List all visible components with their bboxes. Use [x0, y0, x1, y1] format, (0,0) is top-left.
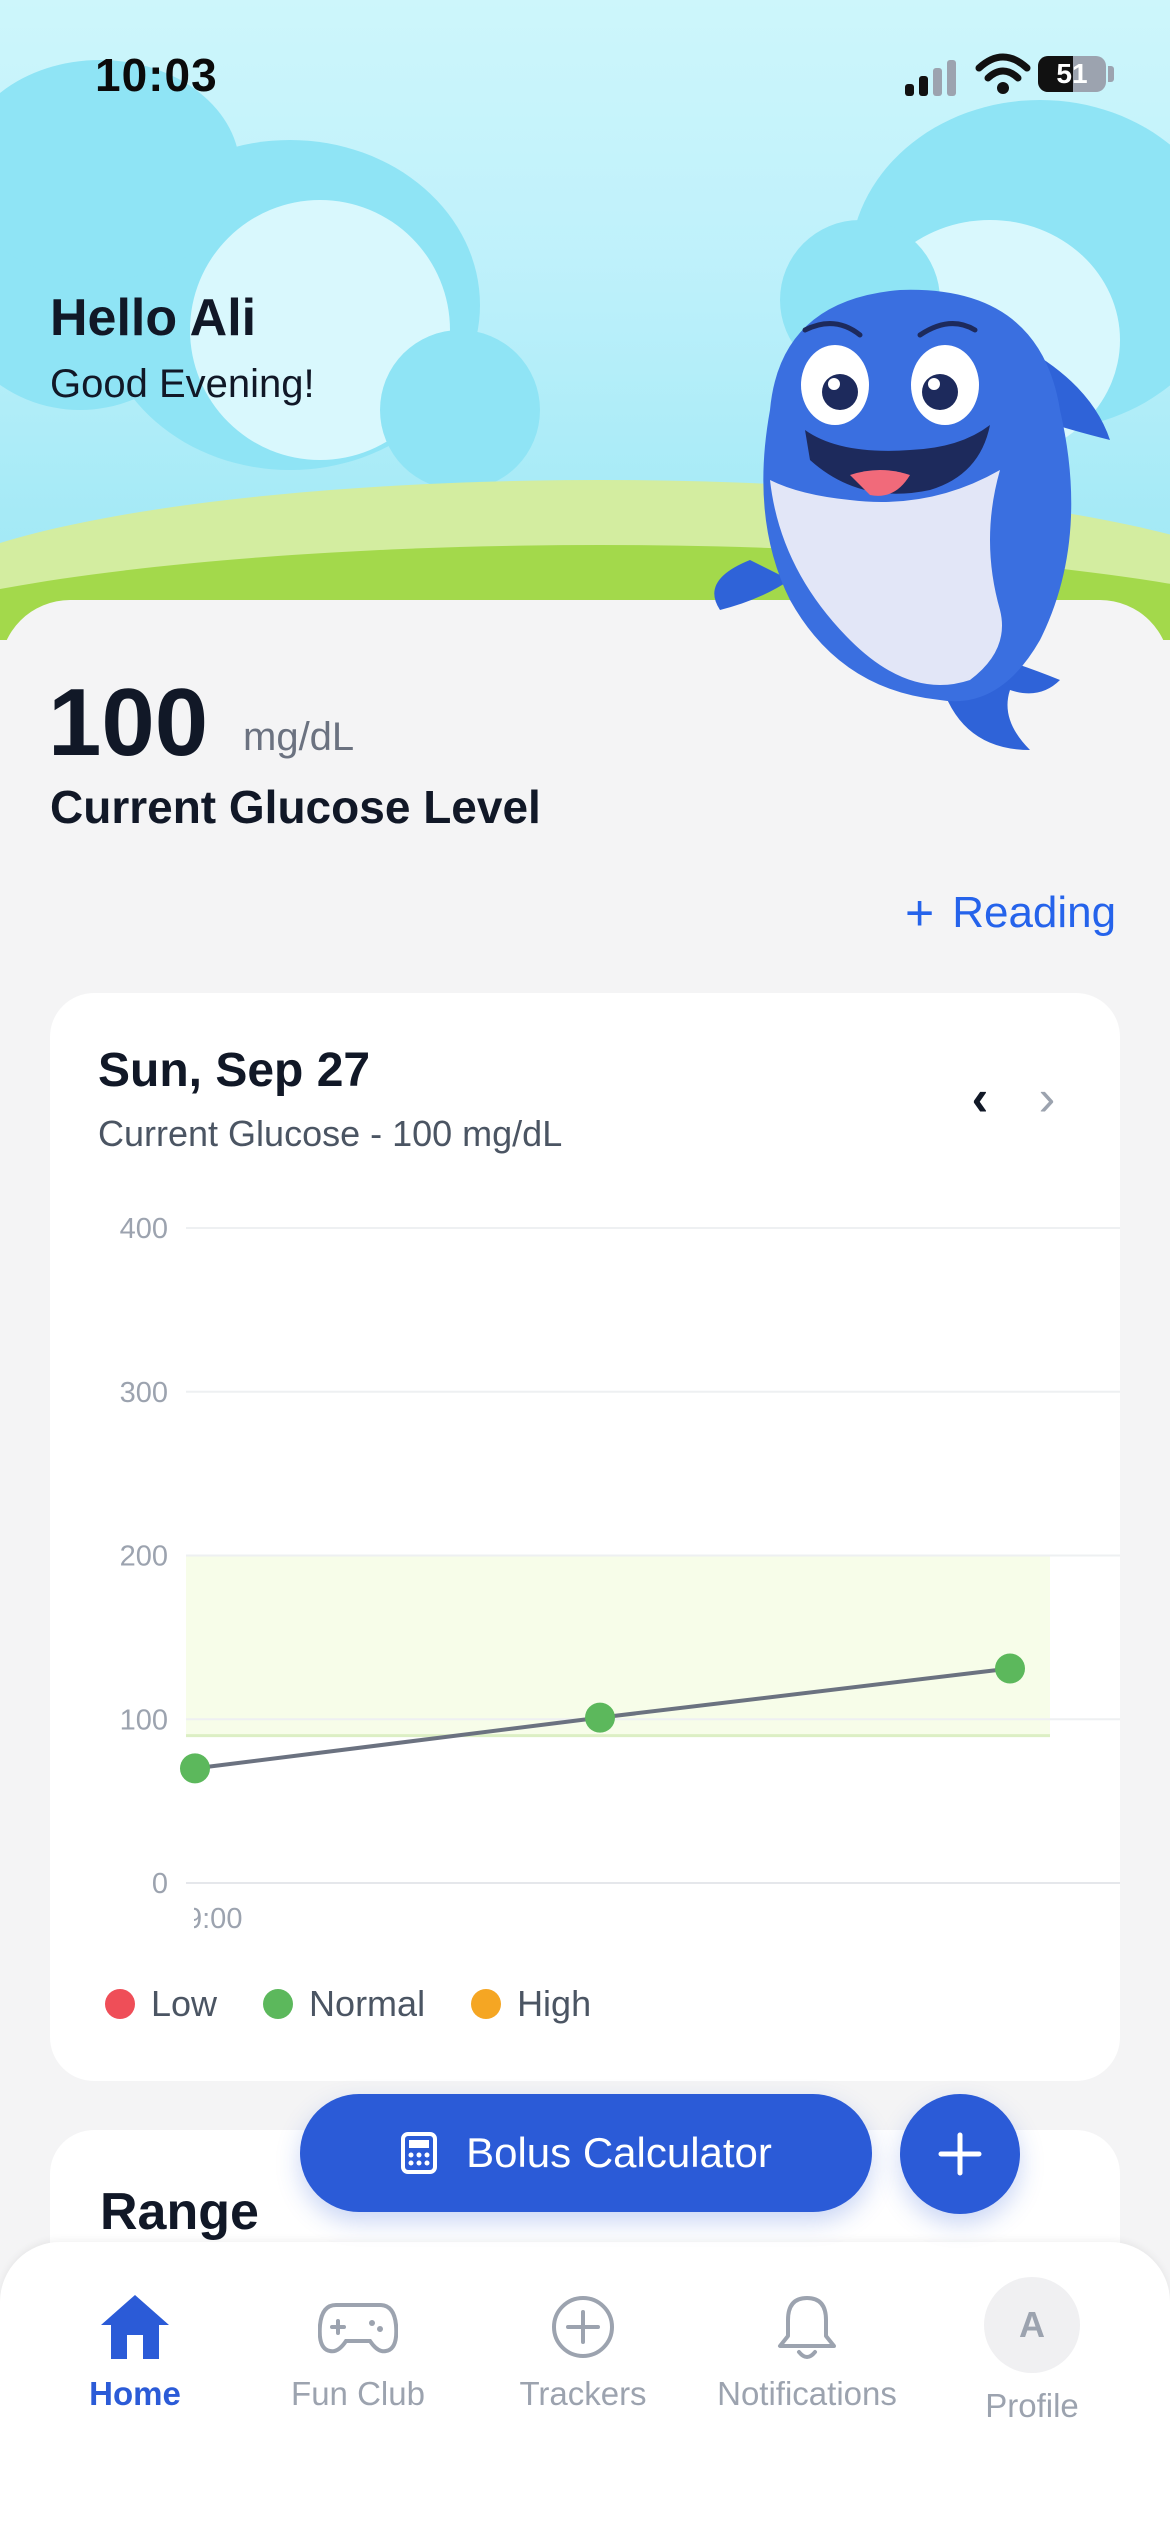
dolphin-mascot-icon — [714, 289, 1110, 750]
glucose-chart-card: Sun, Sep 27 Current Glucose - 100 mg/dL … — [50, 993, 1120, 2081]
add-reading-label: Reading — [952, 888, 1117, 937]
tab-notifications[interactable]: Notifications — [697, 2287, 917, 2413]
legend-label: Normal — [309, 1983, 426, 2024]
x-tick-label: 9:00 — [186, 1903, 242, 1935]
tab-label: Fun Club — [291, 2375, 425, 2412]
gamepad-icon — [318, 2303, 398, 2354]
legend-item: Low — [105, 1983, 217, 2025]
glucose-value: 100 — [48, 669, 209, 776]
data-point — [180, 1753, 210, 1784]
calculator-icon — [401, 2132, 438, 2174]
target-range-band — [186, 1555, 1050, 1736]
y-tick-label: 0 — [152, 1868, 168, 1900]
status-bar: 10:03 51 — [0, 0, 1170, 140]
tab-trackers[interactable]: Trackers — [473, 2287, 693, 2413]
y-tick-label: 200 — [120, 1541, 168, 1573]
bolus-calculator-label: Bolus Calculator — [466, 2129, 772, 2176]
chart-legend: Low Normal High — [105, 1983, 591, 2025]
greeting-subtitle: Good Evening! — [50, 362, 315, 406]
signal-icon — [905, 56, 965, 96]
tab-profile[interactable]: A Profile — [922, 2277, 1142, 2425]
y-tick-label: 100 — [120, 1704, 168, 1736]
tab-label: Profile — [985, 2387, 1079, 2424]
plus-icon — [938, 2132, 982, 2176]
battery-level: 51 — [1056, 58, 1088, 89]
add-reading-button[interactable]: + Reading — [905, 888, 1116, 938]
avatar: A — [984, 2277, 1080, 2373]
home-icon — [101, 2295, 169, 2359]
tab-label: Notifications — [717, 2375, 897, 2412]
tab-fun-club[interactable]: Fun Club — [248, 2287, 468, 2413]
y-tick-label: 300 — [120, 1377, 168, 1409]
data-point — [995, 1653, 1025, 1684]
legend-item: Normal — [263, 1983, 425, 2025]
x-tick-mask — [150, 1898, 194, 1938]
range-title: Range — [100, 2183, 259, 2241]
legend-dot — [105, 1989, 135, 2019]
glucose-line-chart: 400 300 200 100 0 9:00 — [120, 1213, 1120, 1938]
legend-item: High — [471, 1983, 591, 2025]
plus-circle-icon — [552, 2296, 614, 2358]
glucose-label: Current Glucose Level — [50, 781, 541, 833]
tab-label: Trackers — [519, 2375, 647, 2412]
bell-icon — [778, 2296, 836, 2359]
status-time: 10:03 — [95, 49, 218, 101]
glucose-unit: mg/dL — [243, 715, 355, 759]
legend-label: High — [517, 1983, 592, 2024]
y-tick-label: 400 — [120, 1213, 168, 1245]
add-entry-fab[interactable] — [900, 2094, 1020, 2214]
legend-label: Low — [151, 1983, 218, 2024]
cloud — [380, 330, 540, 490]
bolus-calculator-button[interactable]: Bolus Calculator — [300, 2094, 872, 2212]
legend-dot — [471, 1989, 502, 2019]
plus-icon: + — [905, 885, 935, 941]
greeting-name: Hello Ali — [50, 289, 257, 347]
tab-label: Home — [89, 2375, 181, 2412]
battery-icon: 51 — [1038, 56, 1106, 92]
bottom-tab-bar: Home Fun Club Trackers Notifications A P… — [0, 2242, 1170, 2532]
legend-dot — [263, 1989, 294, 2019]
data-point — [585, 1702, 615, 1733]
wifi-icon — [975, 53, 1031, 94]
battery-nub — [1108, 66, 1114, 82]
tab-home[interactable]: Home — [25, 2287, 245, 2413]
